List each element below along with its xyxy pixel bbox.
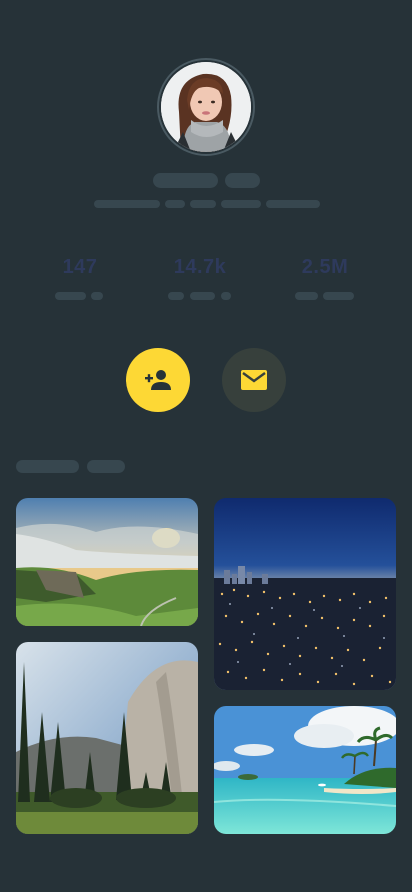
follow-button[interactable]	[126, 348, 190, 412]
profile-screen: 147 14.7k 2.5M	[0, 0, 412, 892]
gallery-photo-tropical-beach[interactable]	[214, 706, 396, 834]
name-placeholder	[225, 173, 260, 188]
bio-placeholder	[190, 200, 216, 208]
stat-label-placeholder	[221, 292, 231, 300]
stat-label-placeholder	[55, 292, 86, 300]
person-add-icon	[145, 370, 171, 390]
gallery-photo-granite-cliff[interactable]	[16, 642, 198, 834]
bio-placeholder	[165, 200, 185, 208]
bio-placeholder	[94, 200, 160, 208]
stat-label-placeholder	[323, 292, 354, 300]
profile-photo	[161, 62, 251, 152]
bio-placeholder	[221, 200, 261, 208]
stat-label-placeholder	[91, 292, 103, 300]
gallery-photo-city-night[interactable]	[214, 498, 396, 690]
section-title-placeholder	[16, 460, 79, 473]
avatar[interactable]	[157, 58, 255, 156]
stat-value: 2.5M	[301, 256, 349, 278]
stat-label-placeholder	[168, 292, 184, 300]
stat-value: 14.7k	[173, 256, 227, 278]
name-placeholder	[153, 173, 218, 188]
gallery-photo-mountain-valley[interactable]	[16, 498, 198, 626]
stat-label-placeholder	[295, 292, 318, 300]
stat-value: 147	[62, 256, 98, 278]
stat-label-placeholder	[190, 292, 215, 300]
section-title-placeholder	[87, 460, 125, 473]
bio-placeholder	[266, 200, 320, 208]
message-button[interactable]	[222, 348, 286, 412]
mail-icon	[241, 370, 267, 390]
